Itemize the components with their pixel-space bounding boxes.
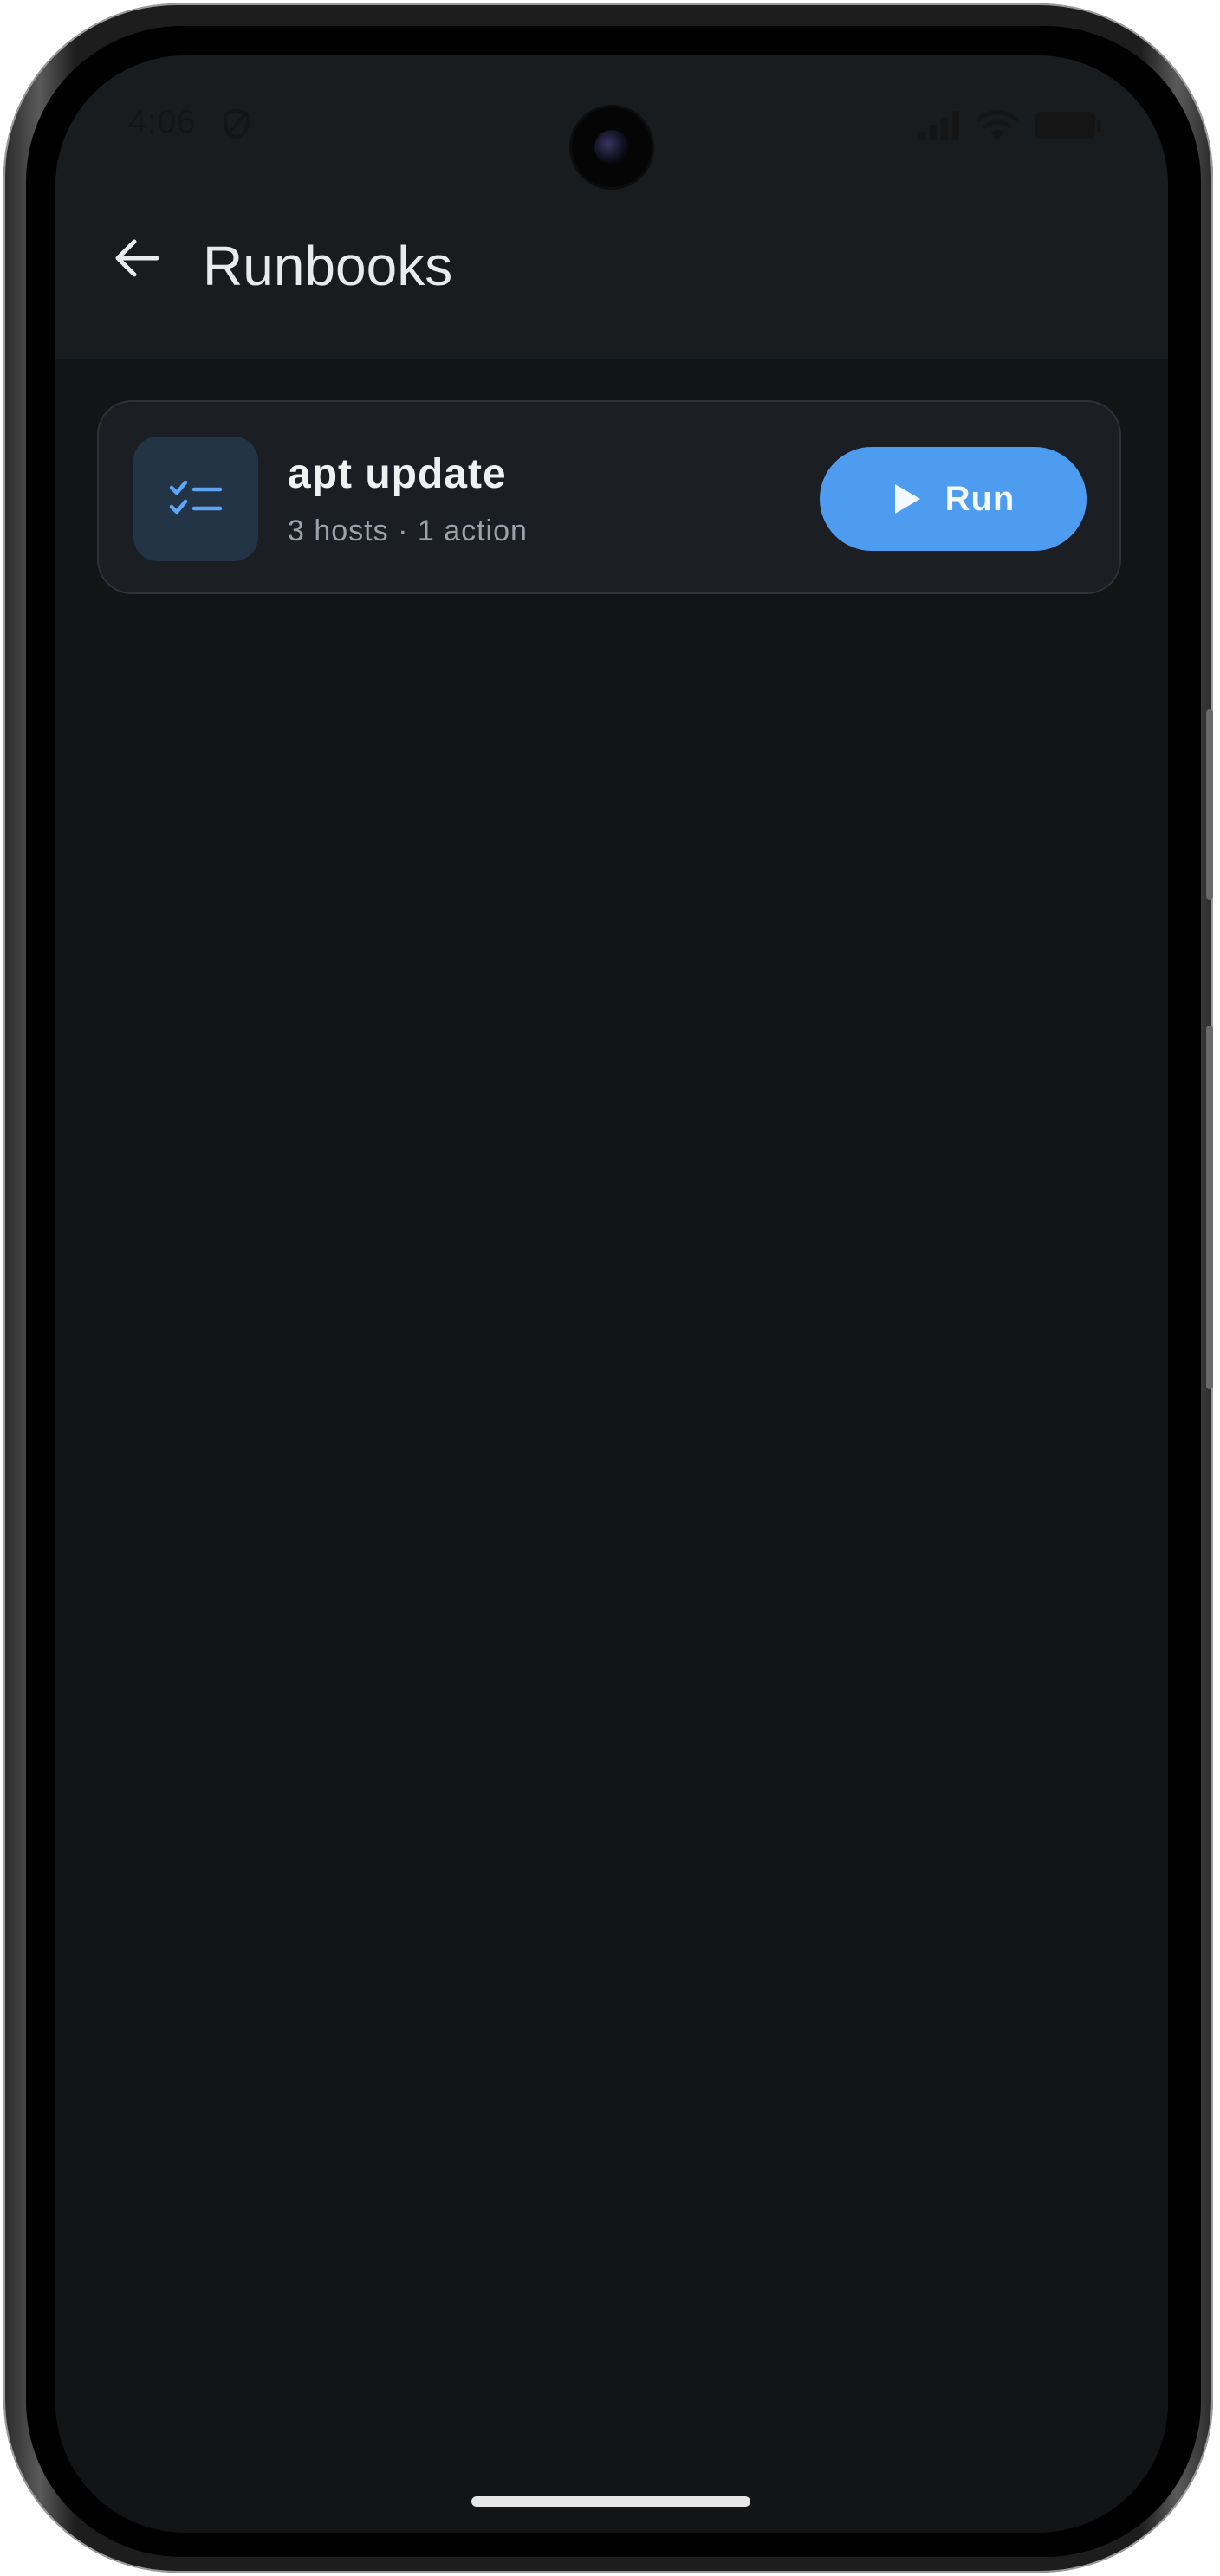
shield-icon <box>224 107 250 140</box>
run-button-label: Run <box>944 479 1016 518</box>
wifi-icon <box>976 110 1019 140</box>
volume-button <box>1206 709 1213 900</box>
runbook-icon-tile <box>133 437 258 561</box>
back-button[interactable] <box>101 222 173 294</box>
status-icons <box>917 107 1104 144</box>
status-time: 4:06 <box>128 104 196 140</box>
front-camera <box>572 107 652 187</box>
signal-icon <box>918 111 959 140</box>
screen: 4:06 Runbooks apt update 3 hosts · 1 act… <box>55 55 1168 2533</box>
runbook-name: apt update <box>288 451 507 497</box>
arrow-left-icon <box>115 239 159 277</box>
app-bar: 4:06 Runbooks <box>55 55 1168 359</box>
runbook-summary: 3 hosts · 1 action <box>288 515 528 547</box>
runbook-card[interactable]: apt update 3 hosts · 1 action Run <box>97 400 1121 594</box>
battery-icon <box>1035 112 1101 139</box>
power-button <box>1206 1026 1213 1389</box>
home-indicator[interactable] <box>471 2496 750 2507</box>
play-icon <box>894 484 920 514</box>
checklist-icon <box>169 480 223 515</box>
page-title: Runbooks <box>203 235 453 297</box>
phone-frame: 4:06 Runbooks apt update 3 hosts · 1 act… <box>3 3 1213 2573</box>
run-button[interactable]: Run <box>820 447 1087 551</box>
